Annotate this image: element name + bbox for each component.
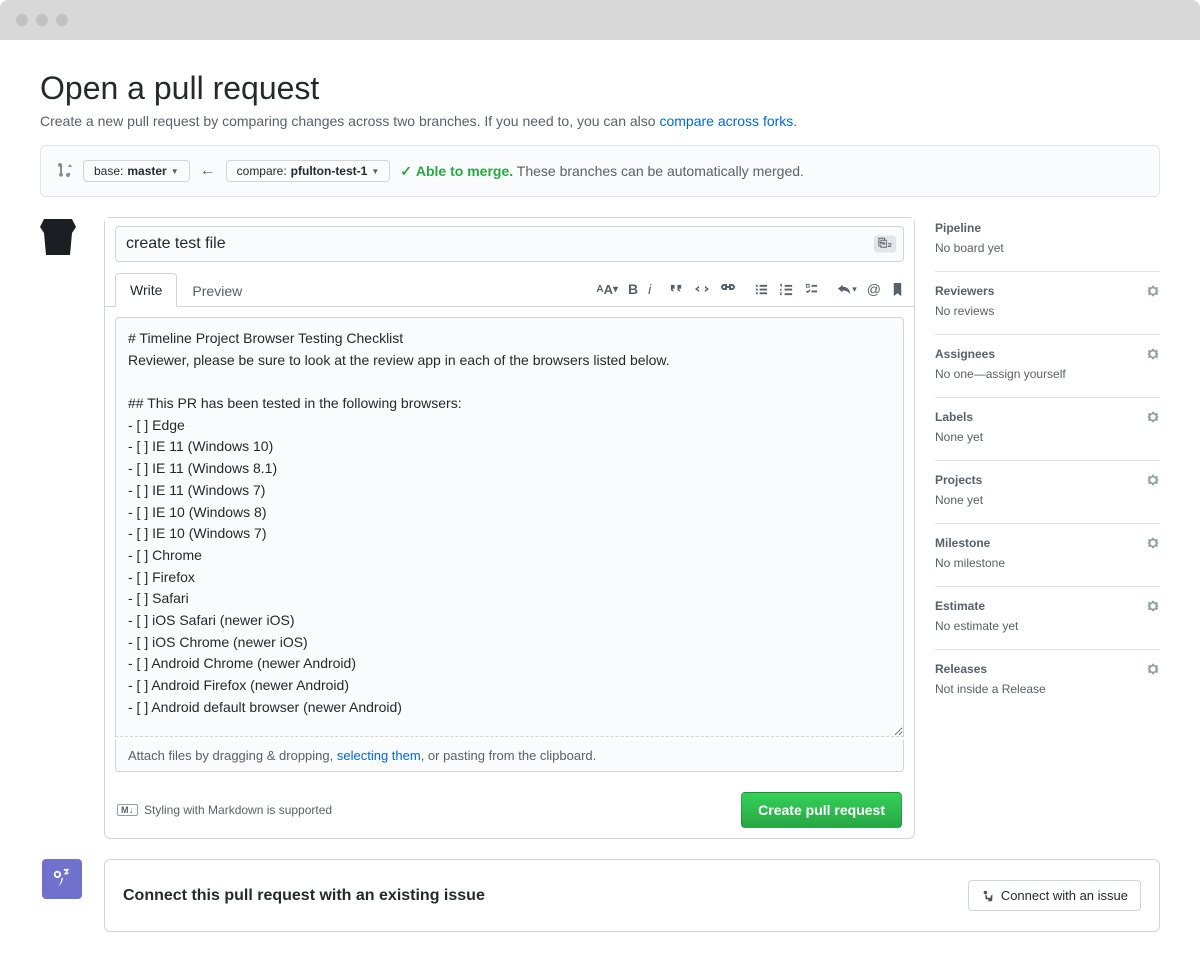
markdown-icon: M↓ <box>117 804 138 816</box>
markdown-toolbar: AA▾ B i <box>596 281 904 297</box>
sidebar-pipeline: Pipeline No board yet <box>935 217 1160 272</box>
gear-icon[interactable] <box>1146 599 1160 613</box>
italic-icon[interactable]: i <box>648 281 651 297</box>
create-pull-request-button[interactable]: Create pull request <box>741 792 902 828</box>
page-title: Open a pull request <box>40 70 1160 107</box>
window-close-dot[interactable] <box>16 14 28 26</box>
heading-icon[interactable]: AA▾ <box>596 282 618 297</box>
connect-icon <box>981 889 995 903</box>
sidebar-estimate: Estimate No estimate yet <box>935 587 1160 650</box>
window-minimize-dot[interactable] <box>36 14 48 26</box>
unordered-list-icon[interactable] <box>754 282 769 297</box>
caret-down-icon: ▼ <box>371 167 379 176</box>
code-icon[interactable] <box>694 281 710 297</box>
sidebar-assignees: Assignees No one—assign yourself <box>935 335 1160 398</box>
merge-status: Able to merge. <box>416 163 513 179</box>
task-list-icon[interactable] <box>804 282 819 297</box>
link-icon[interactable] <box>720 281 736 297</box>
quote-icon[interactable] <box>669 282 684 297</box>
window-maximize-dot[interactable] <box>56 14 68 26</box>
arrow-left-icon: ← <box>200 162 216 180</box>
page-header: Open a pull request Create a new pull re… <box>40 70 1160 129</box>
ordered-list-icon[interactable] <box>779 282 794 297</box>
merge-message: These branches can be automatically merg… <box>517 163 804 179</box>
markdown-hint[interactable]: M↓ Styling with Markdown is supported <box>117 803 332 817</box>
pr-editor-box: ⎘₂ Write Preview AA▾ B i <box>104 217 915 839</box>
gear-icon[interactable] <box>1146 473 1160 487</box>
connect-issue-title: Connect this pull request with an existi… <box>123 887 485 905</box>
reference-suggestion-icon[interactable]: ⎘₂ <box>874 236 896 253</box>
sidebar-labels: Labels None yet <box>935 398 1160 461</box>
branch-range-box: base: master ▼ ← compare: pfulton-test-1… <box>40 145 1160 197</box>
browser-chrome <box>0 0 1200 40</box>
gear-icon[interactable] <box>1146 536 1160 550</box>
sidebar-projects: Projects None yet <box>935 461 1160 524</box>
page-subtitle: Create a new pull request by comparing c… <box>40 113 1160 129</box>
select-files-link[interactable]: selecting them <box>337 748 421 763</box>
base-branch-selector[interactable]: base: master ▼ <box>83 160 190 182</box>
sidebar-milestone: Milestone No milestone <box>935 524 1160 587</box>
gear-icon[interactable] <box>1146 662 1160 676</box>
sidebar-reviewers: Reviewers No reviews <box>935 272 1160 335</box>
compare-branch-selector[interactable]: compare: pfulton-test-1 ▼ <box>226 160 391 182</box>
connect-issue-icon <box>42 859 82 899</box>
gear-icon[interactable] <box>1146 284 1160 298</box>
connect-with-issue-button[interactable]: Connect with an issue <box>968 880 1141 911</box>
gear-icon[interactable] <box>1146 410 1160 424</box>
reply-icon[interactable]: ▾ <box>837 282 857 297</box>
mention-icon[interactable]: @ <box>867 281 881 297</box>
bookmark-icon[interactable] <box>891 282 904 297</box>
sidebar: Pipeline No board yet Reviewers No revie… <box>935 217 1160 712</box>
check-icon: ✓ <box>400 163 412 179</box>
git-compare-icon <box>57 162 73 181</box>
avatar-column <box>40 217 84 260</box>
tab-preview[interactable]: Preview <box>177 274 257 307</box>
pr-title-input[interactable] <box>115 226 904 262</box>
pr-body-textarea[interactable] <box>115 317 904 737</box>
connect-issue-card: Connect this pull request with an existi… <box>104 859 1160 932</box>
bold-icon[interactable]: B <box>628 281 638 297</box>
gear-icon[interactable] <box>1146 347 1160 361</box>
sidebar-releases: Releases Not inside a Release <box>935 650 1160 712</box>
compare-across-forks-link[interactable]: compare across forks <box>659 113 793 129</box>
tab-write[interactable]: Write <box>115 273 177 307</box>
caret-down-icon: ▼ <box>171 167 179 176</box>
attach-hint: Attach files by dragging & dropping, sel… <box>115 740 904 772</box>
avatar <box>40 217 76 257</box>
